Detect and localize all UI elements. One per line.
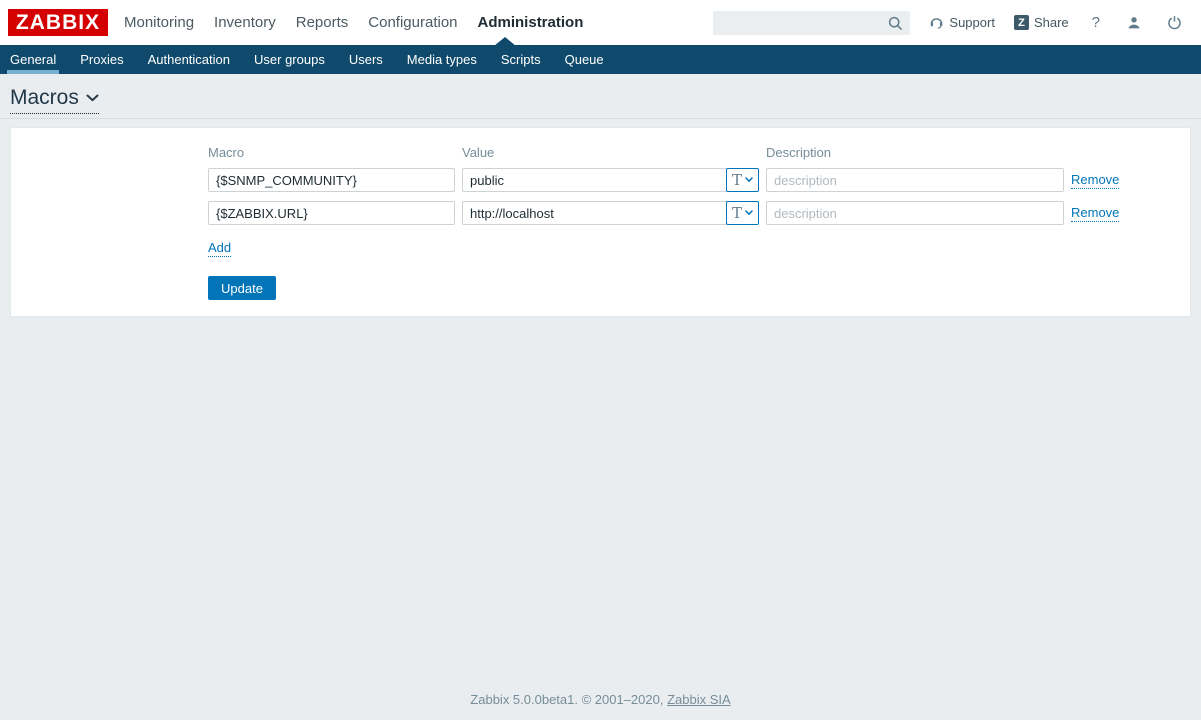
search-icon[interactable] — [888, 16, 903, 36]
column-header-description: Description — [766, 146, 1064, 159]
z-badge-icon: Z — [1014, 15, 1029, 30]
subnav-item-users[interactable]: Users — [346, 45, 386, 74]
macro-description-input[interactable] — [766, 168, 1064, 192]
chevron-down-icon — [86, 89, 99, 107]
nav-item-reports[interactable]: Reports — [295, 0, 350, 45]
footer-version-text: Zabbix 5.0.0beta1. © 2001–2020, — [470, 692, 663, 707]
user-profile-icon[interactable] — [1123, 15, 1145, 31]
macro-value-input[interactable] — [462, 168, 727, 192]
chevron-down-icon — [745, 210, 753, 216]
page-title: Macros — [10, 86, 79, 110]
macro-row — [208, 201, 455, 225]
subnav-item-user-groups[interactable]: User groups — [251, 45, 328, 74]
macro-value-group: T — [462, 201, 759, 225]
top-header: ZABBIX Monitoring Inventory Reports Conf… — [0, 0, 1201, 45]
update-button[interactable]: Update — [208, 276, 276, 300]
subnav-item-queue[interactable]: Queue — [562, 45, 607, 74]
title-bar: Macros — [0, 74, 1201, 119]
macro-row — [208, 168, 455, 192]
support-label: Support — [949, 15, 995, 30]
subnav-item-scripts[interactable]: Scripts — [498, 45, 544, 74]
macro-value-input[interactable] — [462, 201, 727, 225]
zabbix-logo[interactable]: ZABBIX — [8, 9, 108, 36]
value-type-select[interactable]: T — [726, 201, 759, 225]
macro-name-input[interactable] — [208, 201, 455, 225]
macro-value-group: T — [462, 168, 759, 192]
column-header-macro: Macro — [208, 146, 455, 159]
column-header-value: Value — [462, 146, 759, 159]
subnav-item-proxies[interactable]: Proxies — [77, 45, 126, 74]
text-type-glyph: T — [732, 206, 742, 221]
zabbix-sia-link[interactable]: Zabbix SIA — [667, 692, 731, 707]
nav-item-inventory[interactable]: Inventory — [213, 0, 277, 45]
page-footer: Zabbix 5.0.0beta1. © 2001–2020, Zabbix S… — [0, 692, 1201, 707]
text-type-glyph: T — [732, 173, 742, 188]
active-section-pointer — [494, 37, 516, 46]
value-type-select[interactable]: T — [726, 168, 759, 192]
admin-subnav: General Proxies Authentication User grou… — [0, 45, 1201, 74]
subnav-item-media-types[interactable]: Media types — [404, 45, 480, 74]
macro-name-input[interactable] — [208, 168, 455, 192]
subnav-item-authentication[interactable]: Authentication — [145, 45, 233, 74]
macros-panel: Macro Value Description T Remove — [10, 127, 1191, 317]
support-link[interactable]: Support — [929, 14, 995, 32]
nav-item-monitoring[interactable]: Monitoring — [123, 0, 195, 45]
share-label: Share — [1034, 15, 1069, 30]
logout-power-icon[interactable] — [1164, 15, 1185, 30]
search-input[interactable] — [713, 11, 910, 35]
page-title-dropdown[interactable]: Macros — [10, 86, 99, 114]
macros-form-grid: Macro Value Description T Remove — [208, 146, 1170, 225]
nav-item-configuration[interactable]: Configuration — [367, 0, 458, 45]
header-right-cluster: Support Z Share ? — [713, 11, 1185, 35]
help-icon[interactable]: ? — [1088, 14, 1104, 31]
headset-icon — [929, 14, 944, 32]
remove-macro-link[interactable]: Remove — [1071, 205, 1119, 222]
subnav-item-general[interactable]: General — [7, 45, 59, 74]
share-link[interactable]: Z Share — [1014, 15, 1069, 30]
add-macro-link[interactable]: Add — [208, 240, 231, 257]
chevron-down-icon — [745, 177, 753, 183]
macro-description-input[interactable] — [766, 201, 1064, 225]
remove-macro-link[interactable]: Remove — [1071, 172, 1119, 189]
global-search — [713, 11, 910, 35]
nav-item-administration[interactable]: Administration — [477, 0, 585, 45]
